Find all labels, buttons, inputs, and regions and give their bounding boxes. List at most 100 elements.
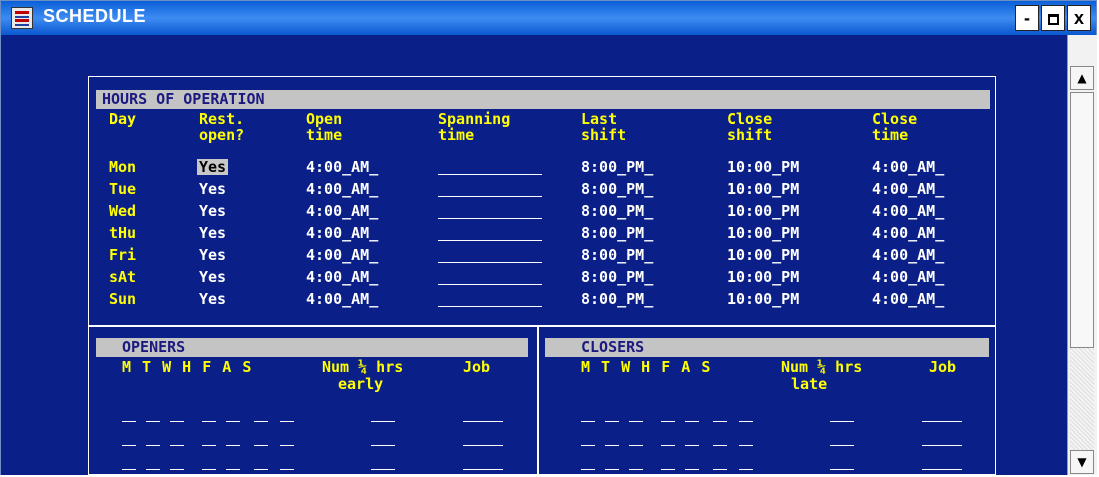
maximize-button[interactable] [1041, 5, 1065, 31]
spanning-time-field[interactable] [438, 196, 542, 197]
open-time-field[interactable]: 4:00_AM_ [306, 247, 378, 263]
last-shift-field[interactable]: 8:00_PM_ [581, 181, 653, 197]
quarter-hours-field[interactable] [371, 445, 395, 446]
day-slot[interactable] [170, 421, 184, 422]
last-shift-field[interactable]: 8:00_PM_ [581, 269, 653, 285]
day-slot[interactable] [581, 445, 595, 446]
day-slot[interactable] [739, 469, 753, 470]
quarter-hours-field[interactable] [371, 421, 395, 422]
day-slot[interactable] [202, 421, 216, 422]
day-slot[interactable] [280, 469, 294, 470]
last-shift-field[interactable]: 8:00_PM_ [581, 291, 653, 307]
scroll-down-button[interactable]: ▼ [1070, 450, 1094, 474]
quarter-hours-field[interactable] [830, 445, 854, 446]
close-time-field[interactable]: 4:00_AM_ [872, 181, 944, 197]
rest-open-field[interactable]: Yes [199, 181, 226, 197]
day-slot[interactable] [146, 469, 160, 470]
day-slot[interactable] [629, 469, 643, 470]
day-slot[interactable] [581, 421, 595, 422]
close-shift-field[interactable]: 10:00_PM [727, 181, 799, 197]
close-time-field[interactable]: 4:00_AM_ [872, 291, 944, 307]
day-slot[interactable] [629, 445, 643, 446]
day-slot[interactable] [254, 445, 268, 446]
close-shift-field[interactable]: 10:00_PM [727, 291, 799, 307]
close-time-field[interactable]: 4:00_AM_ [872, 203, 944, 219]
spanning-time-field[interactable] [438, 174, 542, 175]
scroll-track[interactable] [1070, 348, 1094, 450]
spanning-time-field[interactable] [438, 306, 542, 307]
last-shift-field[interactable]: 8:00_PM_ [581, 225, 653, 241]
day-slot[interactable] [713, 445, 727, 446]
day-slot[interactable] [685, 469, 699, 470]
day-slot[interactable] [170, 445, 184, 446]
close-button[interactable]: x [1067, 5, 1091, 31]
day-slot[interactable] [685, 445, 699, 446]
day-slot[interactable] [739, 421, 753, 422]
day-slot[interactable] [605, 445, 619, 446]
day-slot[interactable] [146, 421, 160, 422]
day-slot[interactable] [713, 421, 727, 422]
close-shift-field[interactable]: 10:00_PM [727, 247, 799, 263]
quarter-hours-field[interactable] [830, 469, 854, 470]
close-shift-field[interactable]: 10:00_PM [727, 159, 799, 175]
job-field[interactable] [463, 469, 503, 470]
spanning-time-field[interactable] [438, 284, 542, 285]
day-slot[interactable] [581, 469, 595, 470]
day-slot[interactable] [685, 421, 699, 422]
last-shift-field[interactable]: 8:00_PM_ [581, 247, 653, 263]
day-slot[interactable] [170, 469, 184, 470]
vertical-scrollbar[interactable]: ▲ ▼ [1067, 35, 1097, 475]
rest-open-field[interactable]: Yes [199, 269, 226, 285]
rest-open-field[interactable]: Yes [199, 203, 226, 219]
day-slot[interactable] [122, 421, 136, 422]
day-slot[interactable] [202, 445, 216, 446]
last-shift-field[interactable]: 8:00_PM_ [581, 203, 653, 219]
day-slot[interactable] [661, 445, 675, 446]
day-slot[interactable] [661, 469, 675, 470]
title-bar[interactable]: SCHEDULE - x [1, 1, 1096, 35]
job-field[interactable] [922, 469, 962, 470]
rest-open-field[interactable]: Yes [199, 247, 226, 263]
day-slot[interactable] [605, 469, 619, 470]
day-slot[interactable] [254, 421, 268, 422]
job-field[interactable] [922, 421, 962, 422]
schedule-app-icon[interactable] [11, 7, 33, 29]
day-slot[interactable] [280, 445, 294, 446]
quarter-hours-field[interactable] [830, 421, 854, 422]
open-time-field[interactable]: 4:00_AM_ [306, 269, 378, 285]
close-time-field[interactable]: 4:00_AM_ [872, 247, 944, 263]
close-time-field[interactable]: 4:00_AM_ [872, 225, 944, 241]
job-field[interactable] [922, 445, 962, 446]
close-shift-field[interactable]: 10:00_PM [727, 269, 799, 285]
job-field[interactable] [463, 421, 503, 422]
open-time-field[interactable]: 4:00_AM_ [306, 159, 378, 175]
quarter-hours-field[interactable] [371, 469, 395, 470]
open-time-field[interactable]: 4:00_AM_ [306, 181, 378, 197]
day-slot[interactable] [146, 445, 160, 446]
day-slot[interactable] [202, 469, 216, 470]
close-time-field[interactable]: 4:00_AM_ [872, 269, 944, 285]
close-shift-field[interactable]: 10:00_PM [727, 225, 799, 241]
day-slot[interactable] [226, 469, 240, 470]
rest-open-field[interactable]: Yes [199, 291, 226, 307]
day-slot[interactable] [122, 469, 136, 470]
last-shift-field[interactable]: 8:00_PM_ [581, 159, 653, 175]
spanning-time-field[interactable] [438, 262, 542, 263]
open-time-field[interactable]: 4:00_AM_ [306, 225, 378, 241]
day-slot[interactable] [629, 421, 643, 422]
minimize-button[interactable]: - [1015, 5, 1039, 31]
day-slot[interactable] [713, 469, 727, 470]
open-time-field[interactable]: 4:00_AM_ [306, 203, 378, 219]
open-time-field[interactable]: 4:00_AM_ [306, 291, 378, 307]
rest-open-field[interactable]: Yes [199, 225, 226, 241]
close-time-field[interactable]: 4:00_AM_ [872, 159, 944, 175]
day-slot[interactable] [226, 445, 240, 446]
job-field[interactable] [463, 445, 503, 446]
scroll-up-button[interactable]: ▲ [1070, 66, 1094, 90]
day-slot[interactable] [739, 445, 753, 446]
rest-open-field[interactable]: Yes [197, 159, 229, 175]
day-slot[interactable] [226, 421, 240, 422]
day-slot[interactable] [605, 421, 619, 422]
scroll-thumb[interactable] [1070, 92, 1094, 348]
spanning-time-field[interactable] [438, 218, 542, 219]
